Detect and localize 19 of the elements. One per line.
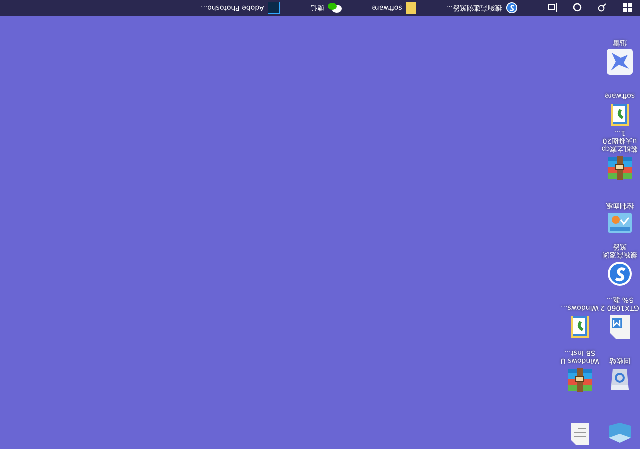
folder-icon xyxy=(406,2,416,14)
recycle-bin-icon xyxy=(608,367,632,393)
ps-logo-icon xyxy=(268,2,280,14)
task-view-icon[interactable] xyxy=(548,4,558,12)
archive-icon xyxy=(567,367,593,393)
document-icon xyxy=(570,422,590,446)
control-panel-icon xyxy=(607,212,633,234)
s-logo-icon xyxy=(506,2,518,14)
folder-icon xyxy=(569,314,591,340)
search-icon[interactable] xyxy=(598,4,607,12)
archive-icon xyxy=(607,155,633,181)
folder-icon xyxy=(609,102,631,128)
circle-icon[interactable] xyxy=(573,4,582,12)
s-logo-icon xyxy=(607,261,633,287)
box-icon xyxy=(607,422,633,446)
chat-bubbles-icon xyxy=(328,2,342,14)
document-icon xyxy=(609,314,631,340)
bird-icon xyxy=(607,49,633,75)
windows-logo-icon[interactable] xyxy=(623,4,632,12)
